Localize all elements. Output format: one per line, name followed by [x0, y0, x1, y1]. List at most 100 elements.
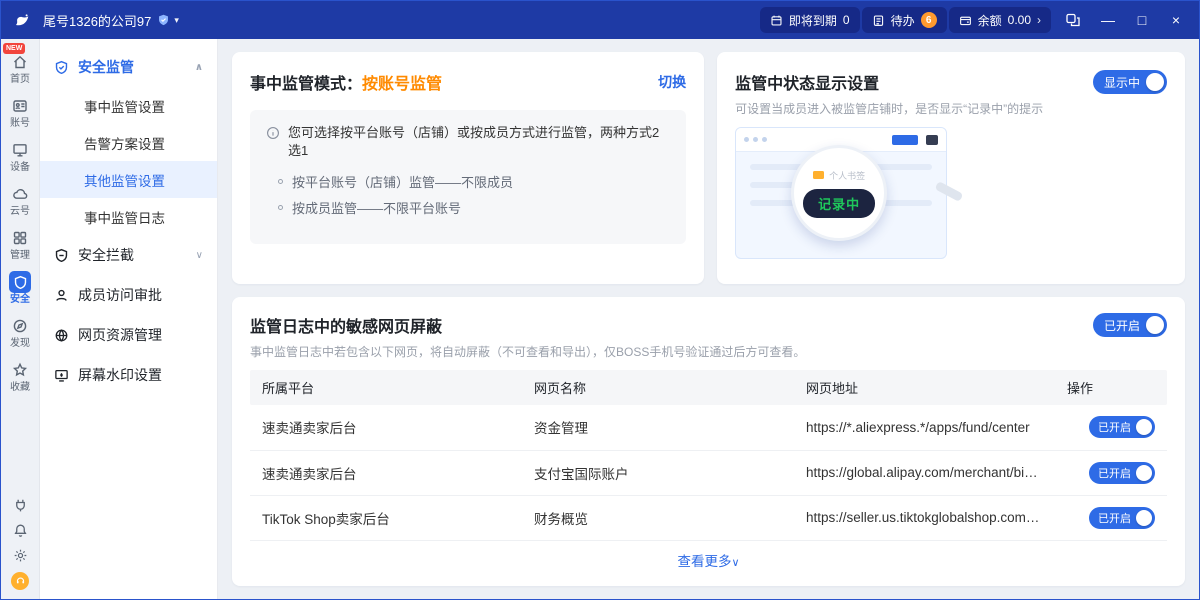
- header-platform: 所属平台: [250, 378, 522, 397]
- sidebar-item-web-resource[interactable]: 网页资源管理: [40, 315, 217, 355]
- table-header-row: 所属平台 网页名称 网页地址 操作: [250, 370, 1167, 405]
- favorites-icon: [9, 359, 31, 381]
- recording-preview-illustration: 个人书签 记录中: [735, 127, 947, 259]
- sensitive-webpage-card: 监管日志中的敏感网页屏蔽 已开启 事中监管日志中若包含以下网页，将自动屏蔽（不可…: [232, 297, 1185, 586]
- maximize-button[interactable]: □: [1129, 7, 1155, 33]
- status-card-title: 监管中状态显示设置: [735, 70, 879, 94]
- rail-item-device[interactable]: 设备: [1, 135, 39, 179]
- toggle-knob: [1146, 316, 1164, 334]
- bell-icon[interactable]: [1, 518, 39, 543]
- watermark-icon: [54, 368, 69, 383]
- table-row: 速卖通卖家后台 支付宝国际账户 https://global.alipay.co…: [250, 451, 1167, 496]
- table-row: TikTok Shop卖家后台 财务概览 https://seller.us.t…: [250, 496, 1167, 541]
- status-card-desc: 可设置当成员进入被监管店铺时，是否显示“记录中”的提示: [735, 101, 1167, 117]
- cell-platform: 速卖通卖家后台: [250, 417, 522, 437]
- sidebar-item-alert-plan[interactable]: 告警方案设置: [40, 124, 217, 161]
- header-page-url: 网页地址: [794, 378, 1055, 397]
- cell-page-name: 支付宝国际账户: [522, 463, 794, 483]
- shield-check-icon: [54, 60, 69, 75]
- rail-item-discover[interactable]: 发现: [1, 311, 39, 355]
- app-logo-icon: [11, 8, 35, 32]
- sidebar-item-other-supervision[interactable]: 其他监管设置: [40, 161, 217, 198]
- shield-block-icon: [54, 248, 69, 263]
- header-operation: 操作: [1055, 378, 1167, 397]
- bookmark-label: 个人书签: [829, 169, 865, 182]
- toggle-knob: [1136, 465, 1152, 481]
- close-button[interactable]: ×: [1163, 7, 1189, 33]
- cell-page-url: https://global.alipay.com/merchant/bizpo…: [794, 465, 1055, 480]
- row-toggle[interactable]: 已开启: [1089, 462, 1155, 484]
- sidebar-item-watermark[interactable]: 屏幕水印设置: [40, 355, 217, 395]
- expire-value: 0: [843, 13, 850, 27]
- home-icon: [9, 51, 31, 73]
- rail-item-account[interactable]: 账号: [1, 91, 39, 135]
- discover-icon: [9, 315, 31, 337]
- cloud-icon: [9, 183, 31, 205]
- todo-pill[interactable]: 待办 6: [862, 7, 947, 33]
- sidebar-item-supervision-log[interactable]: 事中监管日志: [40, 198, 217, 235]
- row-toggle[interactable]: 已开启: [1089, 416, 1155, 438]
- balance-label: 余额: [978, 12, 1002, 29]
- gear-icon[interactable]: [1, 543, 39, 568]
- app-window: 尾号1326的公司97 ▾ 即将到期 0 待办 6: [0, 0, 1200, 600]
- icon-rail: NEW 首页 账号 设备: [1, 39, 40, 599]
- minimize-button[interactable]: —: [1095, 7, 1121, 33]
- mode-info-title: 您可选择按平台账号（店铺）或按成员方式进行监管，两种方式2选1: [288, 124, 670, 160]
- todo-count-badge: 6: [921, 12, 937, 28]
- cell-page-name: 财务概览: [522, 508, 794, 528]
- mode-bullet: 按成员监管——不限平台账号: [278, 198, 670, 217]
- balance-value: 0.00: [1008, 13, 1031, 27]
- toggle-knob: [1136, 419, 1152, 435]
- status-display-toggle[interactable]: 显示中: [1093, 70, 1167, 94]
- sidebar-item-member-approval[interactable]: 成员访问审批: [40, 275, 217, 315]
- chevron-down-icon: ∨: [196, 250, 203, 261]
- group-label: 安全监管: [78, 57, 134, 77]
- todo-label: 待办: [891, 12, 915, 29]
- rail-item-security[interactable]: 安全: [1, 267, 39, 311]
- info-icon: [266, 126, 280, 140]
- wallet-icon: [959, 14, 972, 27]
- table-row: 速卖通卖家后台 资金管理 https://*.aliexpress.*/apps…: [250, 405, 1167, 450]
- rail-item-favorites[interactable]: 收藏: [1, 355, 39, 399]
- mode-bullet: 按平台账号（店铺）监管——不限成员: [278, 172, 670, 191]
- recording-pill: 记录中: [803, 189, 875, 218]
- company-name[interactable]: 尾号1326的公司97: [43, 11, 151, 30]
- group-label: 安全拦截: [78, 245, 134, 265]
- group-label: 屏幕水印设置: [78, 365, 162, 385]
- expiring-soon-pill[interactable]: 即将到期 0: [760, 7, 860, 33]
- block-card-desc: 事中监管日志中若包含以下网页，将自动屏蔽（不可查看和导出），仅BOSS手机号验证…: [250, 344, 1167, 360]
- usb-icon[interactable]: [1, 493, 39, 518]
- sidebar-group-security-supervision[interactable]: 安全监管 ∧: [40, 47, 217, 87]
- folder-icon: [813, 171, 824, 179]
- rail-item-home[interactable]: NEW 首页: [1, 47, 39, 91]
- cell-platform: 速卖通卖家后台: [250, 463, 522, 483]
- cell-page-url: https://*.aliexpress.*/apps/fund/center: [794, 420, 1055, 435]
- account-icon: [9, 95, 31, 117]
- expire-icon: [770, 14, 783, 27]
- security-icon: [9, 271, 31, 293]
- sidebar: 安全监管 ∧ 事中监管设置 告警方案设置 其他监管设置 事中监管日志 安全拦截 …: [40, 39, 218, 599]
- magnifier-circle: 个人书签 记录中: [791, 145, 887, 241]
- webpage-icon: [54, 328, 69, 343]
- sidebar-group-security-intercept[interactable]: 安全拦截 ∨: [40, 235, 217, 275]
- transfer-icon[interactable]: [1059, 7, 1087, 33]
- todo-icon: [872, 14, 885, 27]
- blocked-pages-table: 所属平台 网页名称 网页地址 操作 速卖通卖家后台 资金管理 https://*…: [250, 370, 1167, 570]
- rail-item-manage[interactable]: 管理: [1, 223, 39, 267]
- mode-card-title: 事中监管模式：按账号监管: [250, 70, 442, 94]
- new-badge: NEW: [3, 43, 25, 54]
- view-more-link[interactable]: 查看更多∨: [250, 550, 1167, 570]
- rail-item-cloud[interactable]: 云号: [1, 179, 39, 223]
- toggle-knob: [1146, 73, 1164, 91]
- toggle-knob: [1136, 510, 1152, 526]
- mode-info-box: 您可选择按平台账号（店铺）或按成员方式进行监管，两种方式2选1 按平台账号（店铺…: [250, 110, 686, 244]
- chevron-up-icon: ∧: [195, 62, 203, 73]
- caret-down-icon[interactable]: ▾: [174, 15, 179, 26]
- block-feature-toggle[interactable]: 已开启: [1093, 313, 1167, 337]
- group-label: 成员访问审批: [78, 285, 162, 305]
- support-icon[interactable]: [1, 568, 39, 593]
- sidebar-item-in-process-settings[interactable]: 事中监管设置: [40, 87, 217, 124]
- row-toggle[interactable]: 已开启: [1089, 507, 1155, 529]
- balance-pill[interactable]: 余额 0.00 ›: [949, 7, 1051, 33]
- switch-mode-link[interactable]: 切换: [658, 72, 686, 92]
